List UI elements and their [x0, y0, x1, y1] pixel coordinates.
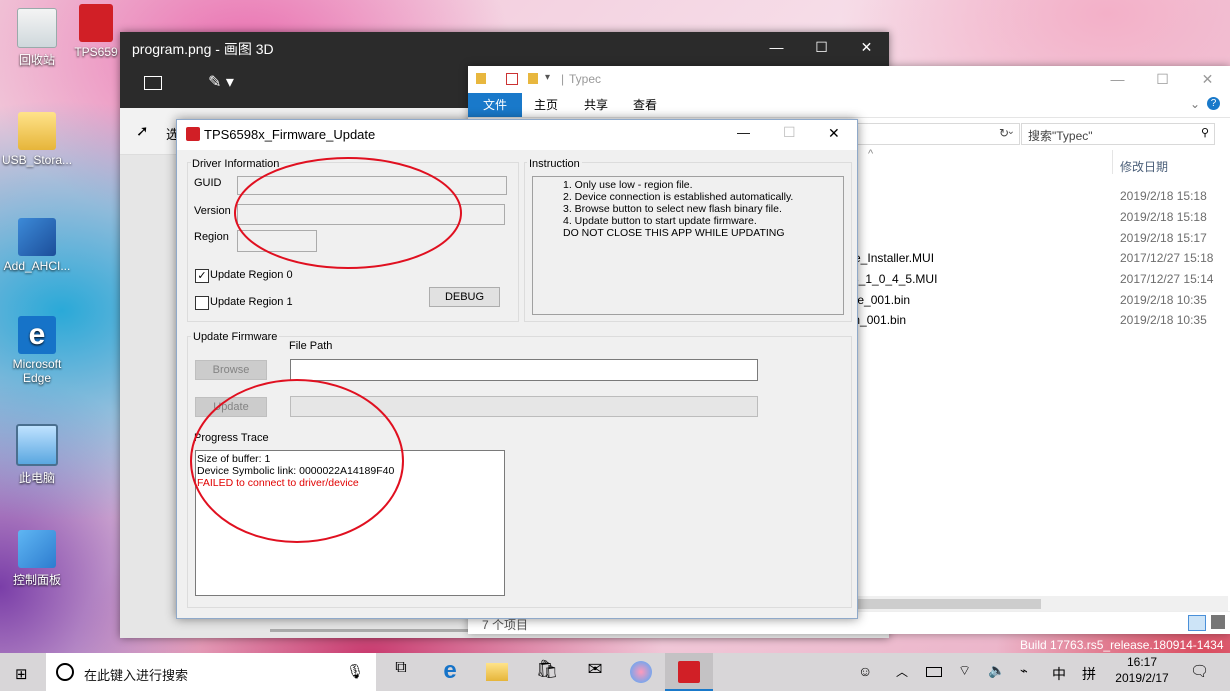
ti-logo-icon [678, 661, 700, 683]
cortana-icon [56, 663, 74, 681]
search-box[interactable]: 在此键入进行搜索 🎙 [46, 653, 376, 691]
taskbar: ⊞ 在此键入进行搜索 🎙 ⧉ e 🛍 ✉ ☺ ︿ ⌔ 🔈 ⌁ 中 拼 16:17… [0, 653, 1230, 691]
build-watermark: Build 17763.rs5_release.180914-1434 [1020, 638, 1224, 652]
windows-logo-icon: ⊞ [15, 666, 28, 683]
battery-icon[interactable] [926, 667, 942, 677]
start-button[interactable]: ⊞ [0, 653, 46, 691]
chevron-up-icon[interactable]: ︿ [896, 663, 908, 680]
clock-date: 2019/2/17 [1115, 671, 1169, 685]
store-taskbar-icon[interactable]: 🛍 [534, 659, 560, 685]
network-icon[interactable]: ⌁ [1020, 663, 1028, 679]
annotation-overlay [190, 157, 462, 543]
volume-icon[interactable]: 🔈 [988, 662, 1005, 679]
mail-taskbar-icon[interactable]: ✉ [582, 659, 608, 685]
ime-mode[interactable]: 中 [1052, 664, 1066, 684]
clock[interactable]: 16:17 2019/2/17 [1104, 655, 1180, 685]
paint3d-taskbar-icon[interactable] [630, 661, 652, 683]
edge-taskbar-icon[interactable]: e [437, 659, 463, 685]
taskbar-search-input[interactable]: 在此键入进行搜索 [84, 665, 188, 684]
annotation-ellipse-driver-info [234, 157, 462, 269]
explorer-taskbar-icon[interactable] [486, 663, 508, 681]
annotation-ellipse-progress [190, 379, 404, 543]
clock-time: 16:17 [1126, 655, 1158, 669]
people-icon[interactable]: ☺ [858, 663, 872, 679]
microphone-icon[interactable]: 🎙 [346, 663, 364, 680]
task-view-icon[interactable]: ⧉ [388, 659, 414, 685]
ti-app-taskbar-button[interactable] [665, 653, 713, 691]
ime-layout[interactable]: 拼 [1082, 664, 1096, 684]
wifi-icon[interactable]: ⌔ [958, 662, 971, 680]
notification-icon[interactable]: 🗨 [1190, 662, 1209, 680]
